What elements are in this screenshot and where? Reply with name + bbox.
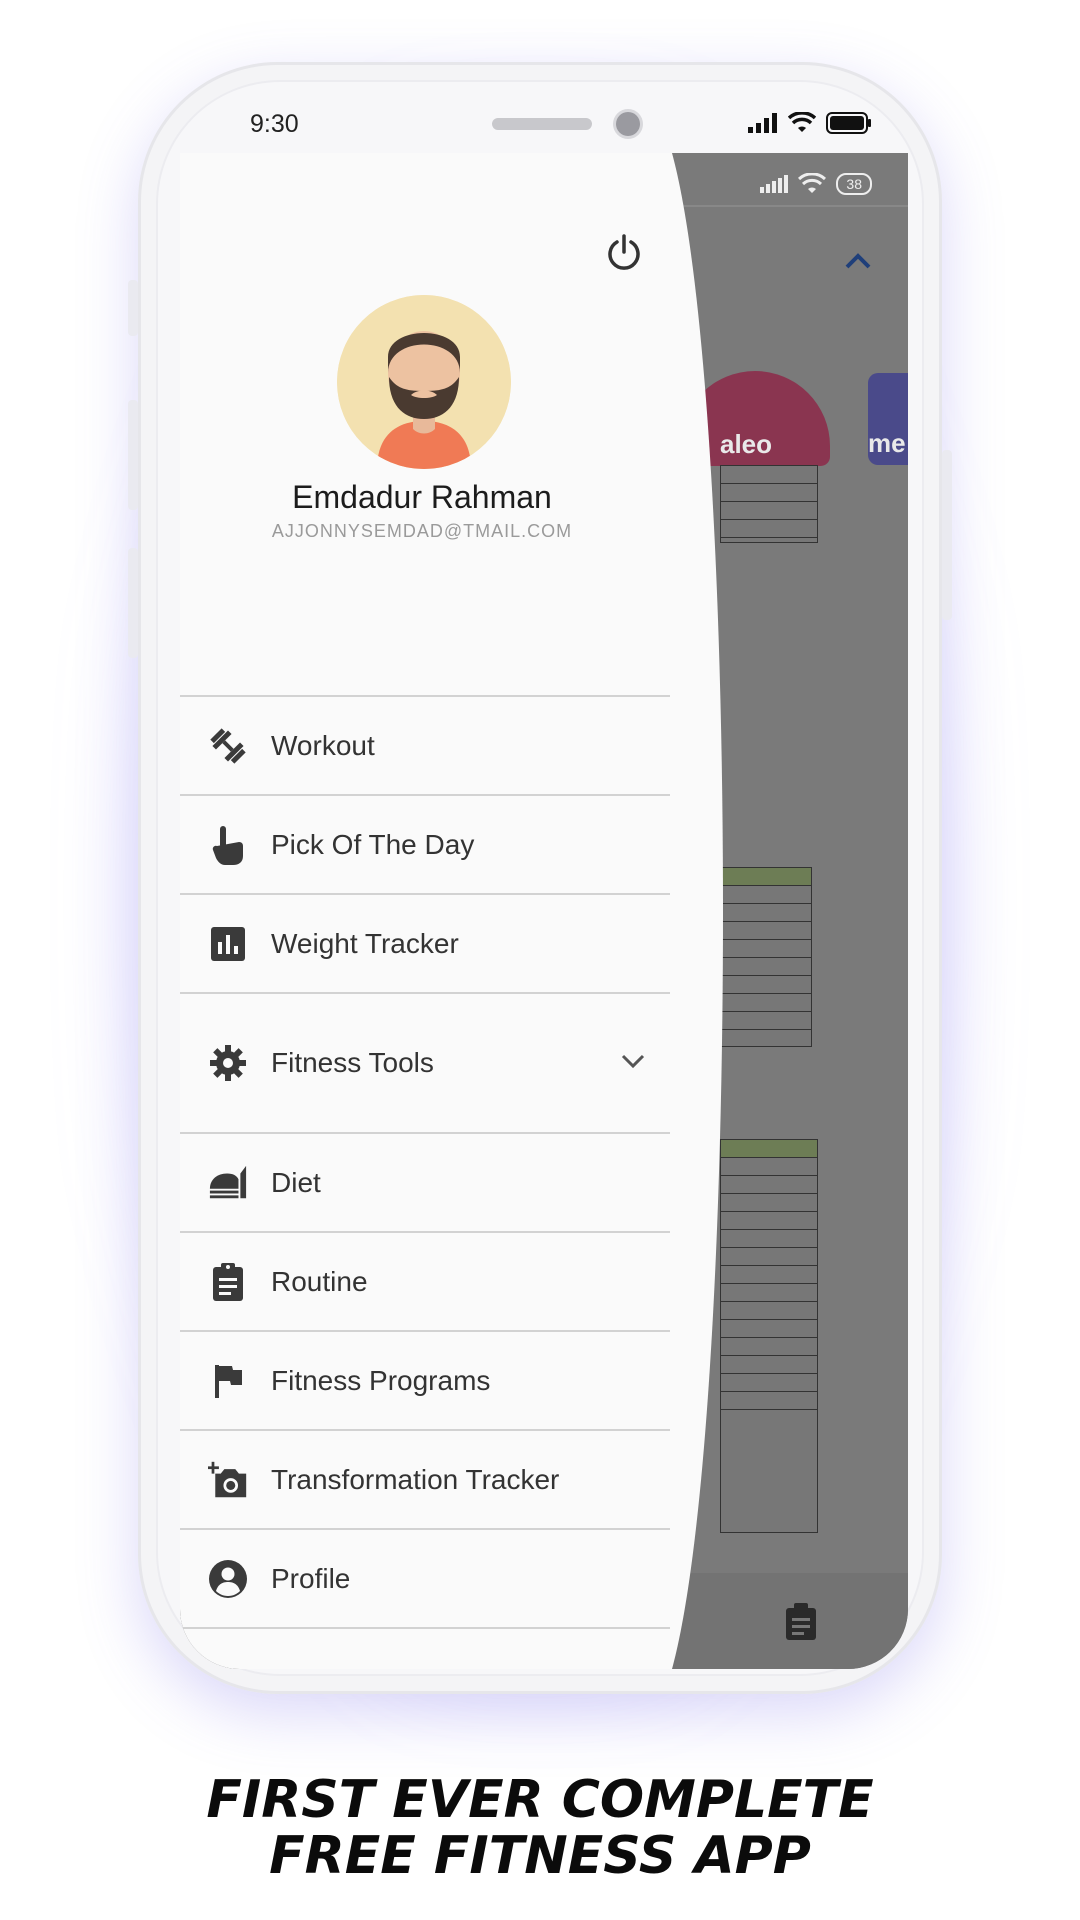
user-name: Emdadur Rahman xyxy=(292,479,552,515)
earpiece-speaker xyxy=(492,118,592,130)
app-screen: 38 aleo me Emdadur Rahman AJJONNYSEMDAD@… xyxy=(180,153,908,1669)
diet-card-label: me xyxy=(868,428,906,458)
menu-item-label: Routine xyxy=(271,1265,368,1297)
promo-tagline-line1: FIRST EVER COMPLETE xyxy=(206,1770,874,1830)
mute-switch xyxy=(128,280,138,336)
volume-up-button xyxy=(128,400,138,510)
cellular-signal-icon xyxy=(748,113,777,133)
battery-icon xyxy=(826,112,871,134)
menu-item-label: Transformation Tracker xyxy=(271,1463,560,1495)
avatar[interactable] xyxy=(337,295,511,469)
menu-item-label: Diet xyxy=(271,1166,321,1198)
menu-item-profile[interactable]: Profile xyxy=(180,1530,670,1627)
flag-icon xyxy=(208,1361,248,1401)
navigation-drawer: Emdadur Rahman AJJONNYSEMDAD@TMAIL.COM W… xyxy=(180,153,740,1669)
menu-item-weight-tracker[interactable]: Weight Tracker xyxy=(180,895,670,992)
menu-item-label: Workout xyxy=(271,729,375,761)
bar-chart-icon xyxy=(208,924,248,964)
clipboard-icon xyxy=(208,1262,248,1302)
menu-item-diet[interactable]: Diet xyxy=(180,1134,670,1231)
menu-item-label: Fitness Tools xyxy=(271,1047,434,1078)
device-status-icons xyxy=(748,112,872,134)
drawer-menu: Workout Pick Of The Day Weight Tracker F… xyxy=(180,695,670,1629)
add-photo-icon xyxy=(208,1460,248,1500)
menu-item-label: Profile xyxy=(271,1562,351,1594)
hand-pointer-icon xyxy=(208,825,248,865)
wifi-icon xyxy=(788,112,816,132)
app-battery-level: 38 xyxy=(836,173,872,195)
promo-tagline-line2: FREE FITNESS APP xyxy=(269,1826,811,1886)
dumbbell-icon xyxy=(208,726,248,766)
chevron-up-icon[interactable] xyxy=(844,245,872,277)
front-camera xyxy=(616,112,640,136)
menu-item-fitness-tools[interactable]: Fitness Tools xyxy=(180,994,670,1132)
account-circle-icon xyxy=(208,1559,248,1599)
diet-card-meat[interactable]: me xyxy=(868,373,908,465)
power-icon xyxy=(608,234,640,270)
user-email: AJJONNYSEMDAD@TMAIL.COM xyxy=(271,521,573,541)
power-side-button xyxy=(942,450,952,620)
menu-item-transformation-tracker[interactable]: Transformation Tracker xyxy=(180,1431,670,1528)
device-status-time: 9:30 xyxy=(250,110,299,138)
menu-item-pick-of-the-day[interactable]: Pick Of The Day xyxy=(180,796,670,893)
wifi-icon xyxy=(798,173,827,193)
logout-button[interactable] xyxy=(602,231,646,275)
menu-divider xyxy=(180,1627,670,1629)
chevron-down-icon[interactable] xyxy=(620,1053,650,1074)
menu-item-workout[interactable]: Workout xyxy=(180,697,670,794)
menu-item-routine[interactable]: Routine xyxy=(180,1233,670,1330)
volume-down-button xyxy=(128,548,138,658)
app-status-bar: 38 xyxy=(760,173,872,195)
menu-item-label: Pick Of The Day xyxy=(271,828,475,860)
menu-item-fitness-programs[interactable]: Fitness Programs xyxy=(180,1332,670,1429)
clipboard-icon[interactable] xyxy=(784,1602,818,1647)
cellular-signal-icon xyxy=(760,175,789,193)
diet-icon xyxy=(208,1163,248,1203)
gear-icon xyxy=(208,1043,248,1083)
menu-item-label: Fitness Programs xyxy=(271,1364,491,1396)
menu-item-label: Weight Tracker xyxy=(271,927,459,959)
avatar-illustration-icon xyxy=(337,295,511,469)
